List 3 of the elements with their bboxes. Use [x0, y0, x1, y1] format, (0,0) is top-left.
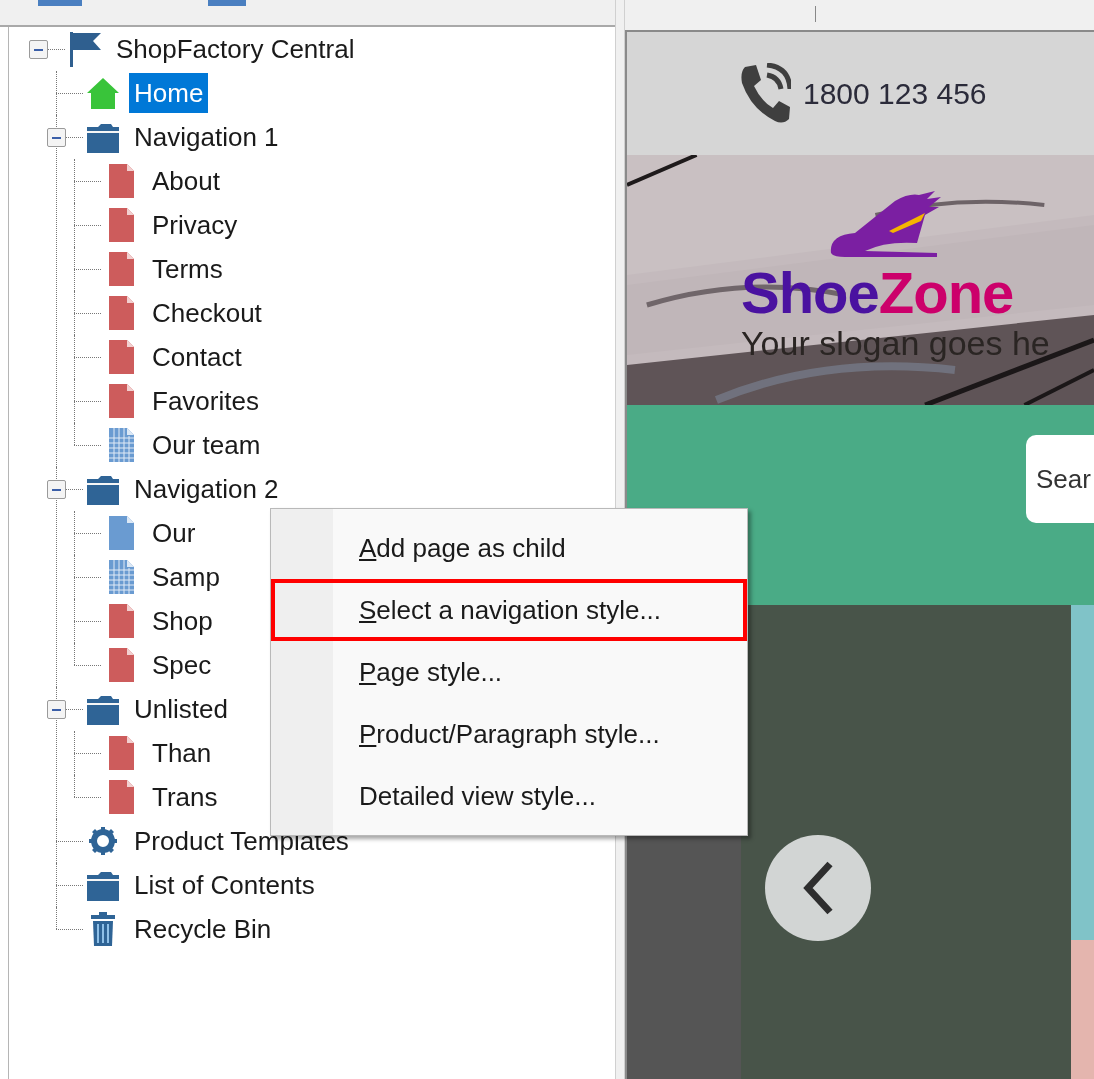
logo-text: Shoe	[741, 263, 879, 323]
logo-text: Zone	[878, 263, 1014, 323]
phone-number: 1800 123 456	[803, 76, 987, 112]
